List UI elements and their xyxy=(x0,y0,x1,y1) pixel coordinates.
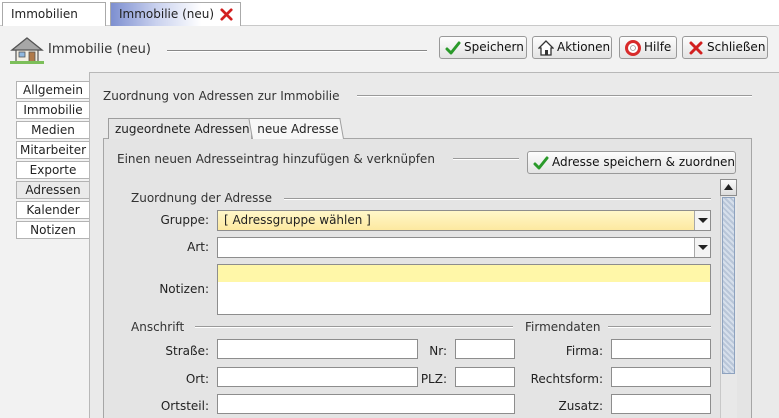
checkmark-icon xyxy=(445,41,461,55)
tab-immobilien[interactable]: Immobilien xyxy=(2,2,106,26)
house-icon xyxy=(10,37,44,64)
help-button-label: Hilfe xyxy=(644,40,672,54)
tab-zugeordnete-adressen[interactable]: zugeordnete Adressen xyxy=(108,118,252,139)
help-button[interactable]: Hilfe xyxy=(619,36,677,59)
sidebar-item-label: Notizen xyxy=(30,223,76,237)
zip-field[interactable] xyxy=(455,367,515,387)
group-label: Gruppe: xyxy=(160,213,210,227)
notes-textarea[interactable] xyxy=(217,264,711,315)
chevron-down-icon xyxy=(694,238,710,257)
sidebar-item-mitarbeiter[interactable]: Mitarbeiter xyxy=(16,141,89,159)
actions-button[interactable]: Aktionen xyxy=(532,36,612,59)
save-button[interactable]: Speichern xyxy=(439,36,527,59)
city-label: Ort: xyxy=(185,372,209,386)
sidebar-item-label: Exporte xyxy=(29,163,77,177)
tab-label: zugeordnete Adressen xyxy=(115,122,250,136)
type-select[interactable] xyxy=(217,237,711,258)
house-small-icon xyxy=(538,40,554,56)
firm-field[interactable] xyxy=(611,339,711,359)
address-divider xyxy=(195,326,513,328)
close-button[interactable]: Schließen xyxy=(682,36,768,59)
scrollbar-thumb[interactable] xyxy=(722,197,735,374)
actions-button-label: Aktionen xyxy=(557,40,611,54)
group-select-value: [ Adressgruppe wählen ] xyxy=(224,213,371,227)
close-x-icon xyxy=(689,41,703,55)
sidebar-item-adressen[interactable]: Adressen xyxy=(16,181,89,199)
sidebar-item-notizen[interactable]: Notizen xyxy=(16,221,89,239)
city-field[interactable] xyxy=(217,367,418,387)
sidebar-item-label: Kalender xyxy=(26,203,80,217)
sidebar-item-exporte[interactable]: Exporte xyxy=(16,161,89,179)
sidebar-item-label: Immobilie xyxy=(23,103,83,117)
address-section-title: Anschrift xyxy=(131,320,185,334)
group-select[interactable]: [ Adressgruppe wählen ] xyxy=(217,210,711,231)
legal-form-field[interactable] xyxy=(611,367,711,387)
sidebar-item-kalender[interactable]: Kalender xyxy=(16,201,89,219)
addition-field[interactable] xyxy=(611,394,711,414)
save-and-assign-label: Adresse speichern & zuordnen xyxy=(552,155,736,169)
close-button-label: Schließen xyxy=(707,40,766,54)
tab-label: Immobilien xyxy=(11,7,78,21)
notes-label: Notizen: xyxy=(159,282,209,296)
content-header: Einen neuen Adresseintrag hinzufügen & v… xyxy=(117,152,435,166)
save-and-assign-button[interactable]: Adresse speichern & zuordnen xyxy=(527,151,736,174)
tab-label: Immobilie (neu) xyxy=(119,7,215,21)
page-title: Immobilie (neu) xyxy=(48,42,151,57)
checkmark-icon xyxy=(533,156,549,170)
sidebar-item-medien[interactable]: Medien xyxy=(16,121,89,139)
sidebar-item-label: Adressen xyxy=(25,183,81,197)
title-divider xyxy=(167,50,427,52)
street-field[interactable] xyxy=(217,339,418,359)
sidebar-item-label: Mitarbeiter xyxy=(19,143,87,157)
company-divider xyxy=(608,326,711,328)
assignment-divider xyxy=(284,198,711,200)
district-field[interactable] xyxy=(217,394,515,414)
legal-form-label: Rechtsform: xyxy=(530,372,603,386)
sidebar-item-label: Allgemein xyxy=(23,83,83,97)
document-tab-bar: Immobilien Immobilie (neu) xyxy=(0,0,779,26)
content-header-divider xyxy=(453,158,519,160)
street-label: Straße: xyxy=(165,344,209,358)
save-button-label: Speichern xyxy=(464,40,524,54)
section-divider xyxy=(357,95,752,97)
scroll-up-button[interactable] xyxy=(720,179,737,196)
sidebar-item-allgemein[interactable]: Allgemein xyxy=(16,81,89,99)
chevron-down-icon xyxy=(694,211,710,230)
type-label: Art: xyxy=(187,240,209,254)
assignment-section-title: Zuordnung der Adresse xyxy=(131,191,273,205)
tab-label: neue Adresse xyxy=(257,122,339,136)
addition-label: Zusatz: xyxy=(558,399,603,413)
section-title: Zuordnung von Adressen zur Immobilie xyxy=(103,89,340,103)
district-label: Ortsteil: xyxy=(160,399,209,413)
zip-label: PLZ: xyxy=(420,372,447,386)
sidebar-item-immobilie[interactable]: Immobilie xyxy=(16,101,89,119)
sidebar-item-label: Medien xyxy=(31,123,75,137)
lifebuoy-icon xyxy=(625,40,641,56)
close-x-icon[interactable] xyxy=(219,7,234,22)
company-section-title: Firmendaten xyxy=(525,320,601,334)
nr-label: Nr: xyxy=(429,344,447,358)
tab-neue-adresse[interactable]: neue Adresse xyxy=(248,118,344,139)
arrow-up-icon xyxy=(724,184,733,190)
firm-label: Firma: xyxy=(565,344,603,358)
tab-immobilie-neu[interactable]: Immobilie (neu) xyxy=(110,2,241,26)
house-number-field[interactable] xyxy=(455,339,515,359)
